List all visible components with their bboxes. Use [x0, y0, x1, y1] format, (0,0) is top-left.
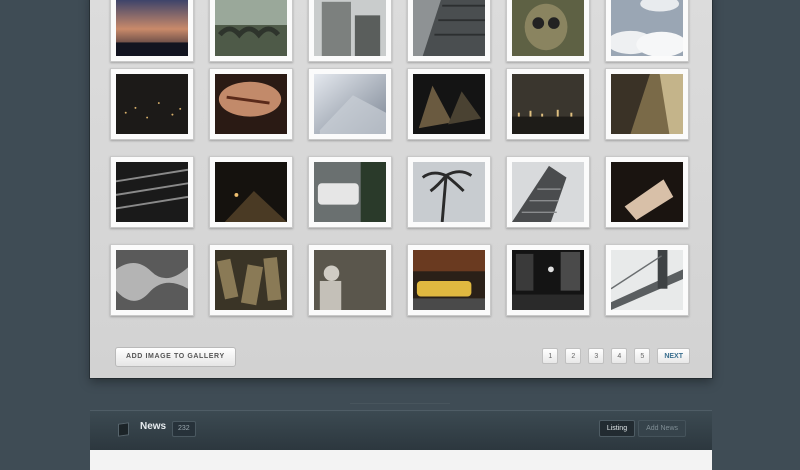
airplane-photo-icon [314, 74, 386, 134]
bridge-photo-icon [215, 0, 287, 56]
add-image-button[interactable]: ADD IMAGE TO GALLERY [115, 347, 236, 367]
page-button-4[interactable]: 4 [611, 348, 628, 364]
tower-photo-icon [512, 162, 584, 222]
thumbnail[interactable] [506, 244, 590, 316]
news-content [90, 450, 712, 470]
thumbnail[interactable] [407, 244, 491, 316]
tab-add-news[interactable]: Add News [638, 420, 686, 437]
road-photo-icon [215, 162, 287, 222]
taxi-photo-icon [413, 250, 485, 310]
skyline-photo-icon [512, 74, 584, 134]
car-photo-icon [314, 162, 386, 222]
thumbnail[interactable] [110, 68, 194, 140]
thumbnail[interactable] [209, 68, 293, 140]
thumbnail[interactable] [209, 0, 293, 62]
times-square-photo-icon [512, 250, 584, 310]
thumbnail[interactable] [110, 156, 194, 228]
clouds-photo-icon [611, 0, 683, 56]
person-photo-icon [314, 250, 386, 310]
fabric-photo-icon [116, 250, 188, 310]
page-button-1[interactable]: 1 [542, 348, 559, 364]
thumbnail[interactable] [110, 0, 194, 62]
next-page-button[interactable]: NEXT [657, 348, 690, 364]
pyramid-photo-icon [413, 74, 485, 134]
thumbnail[interactable] [605, 244, 689, 316]
building-photo-icon [314, 0, 386, 56]
news-icon [118, 422, 129, 437]
page-button-2[interactable]: 2 [565, 348, 582, 364]
night-city-photo-icon [116, 74, 188, 134]
paper-photo-icon [611, 162, 683, 222]
owl-photo-icon [512, 0, 584, 56]
pagination: 1 2 3 4 5 NEXT [542, 348, 690, 364]
sunset-photo-icon [116, 0, 188, 56]
news-title: News [140, 421, 167, 432]
thumbnail[interactable] [308, 244, 392, 316]
gallery-panel: ADD IMAGE TO GALLERY 1 2 3 4 5 NEXT [90, 0, 712, 378]
thumbnail[interactable] [506, 0, 590, 62]
thumbnail[interactable] [605, 0, 689, 62]
thumbnail[interactable] [407, 0, 491, 62]
page-button-3[interactable]: 3 [588, 348, 605, 364]
dial-photo-icon [215, 74, 287, 134]
skyscraper-photo-icon [413, 0, 485, 56]
thumbnail[interactable] [407, 156, 491, 228]
stairs-photo-icon [116, 162, 188, 222]
street-photo-icon [611, 74, 683, 134]
section-divider [350, 403, 450, 404]
news-header: News 232 Listing Add News [90, 410, 712, 451]
thumbnail[interactable] [605, 156, 689, 228]
thumbnail[interactable] [308, 0, 392, 62]
crowd-photo-icon [215, 250, 287, 310]
thumbnail[interactable] [407, 68, 491, 140]
page-button-5[interactable]: 5 [634, 348, 651, 364]
thumbnail[interactable] [605, 68, 689, 140]
thumbnail[interactable] [506, 68, 590, 140]
thumbnail[interactable] [506, 156, 590, 228]
thumbnail[interactable] [308, 68, 392, 140]
thumbnail[interactable] [209, 244, 293, 316]
news-count-badge: 232 [172, 421, 196, 437]
thumbnail[interactable] [110, 244, 194, 316]
bridge-photo-icon [611, 250, 683, 310]
thumbnail[interactable] [308, 156, 392, 228]
news-tabs: Listing Add News [598, 420, 686, 437]
palm-trees-photo-icon [413, 162, 485, 222]
thumbnail[interactable] [209, 156, 293, 228]
tab-listing[interactable]: Listing [598, 420, 636, 437]
